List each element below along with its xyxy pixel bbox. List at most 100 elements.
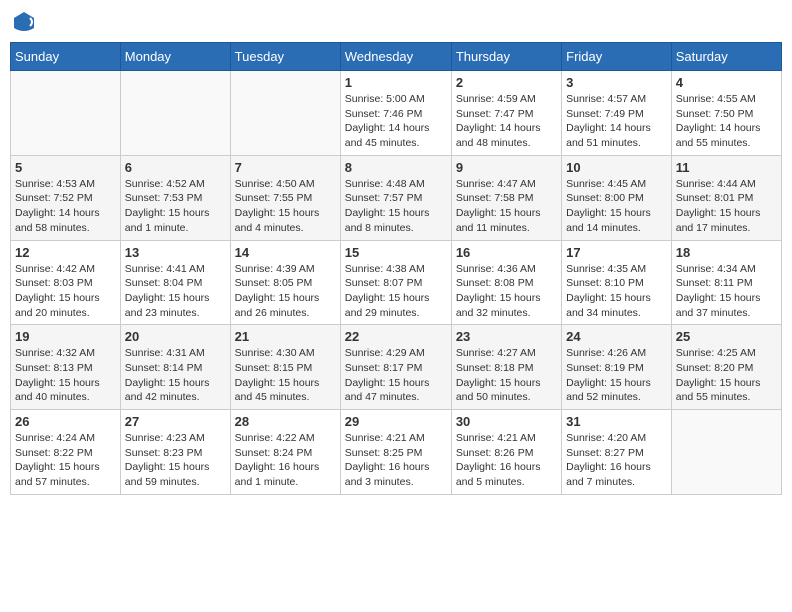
calendar-cell: 15 Sunrise: 4:38 AM Sunset: 8:07 PM Dayli…	[340, 240, 451, 325]
calendar-cell: 17 Sunrise: 4:35 AM Sunset: 8:10 PM Dayli…	[562, 240, 672, 325]
day-number: 12	[15, 245, 116, 260]
header-friday: Friday	[562, 43, 672, 71]
day-info: Sunrise: 4:53 AM Sunset: 7:52 PM Dayligh…	[15, 177, 116, 236]
day-info: Sunrise: 4:21 AM Sunset: 8:26 PM Dayligh…	[456, 431, 557, 490]
day-info: Sunrise: 4:34 AM Sunset: 8:11 PM Dayligh…	[676, 262, 777, 321]
day-number: 9	[456, 160, 557, 175]
day-number: 10	[566, 160, 667, 175]
calendar-cell: 16 Sunrise: 4:36 AM Sunset: 8:08 PM Dayli…	[451, 240, 561, 325]
calendar-cell: 21 Sunrise: 4:30 AM Sunset: 8:15 PM Dayli…	[230, 325, 340, 410]
calendar-cell: 25 Sunrise: 4:25 AM Sunset: 8:20 PM Dayli…	[671, 325, 781, 410]
day-info: Sunrise: 4:57 AM Sunset: 7:49 PM Dayligh…	[566, 92, 667, 151]
calendar-cell: 28 Sunrise: 4:22 AM Sunset: 8:24 PM Dayli…	[230, 410, 340, 495]
day-info: Sunrise: 4:21 AM Sunset: 8:25 PM Dayligh…	[345, 431, 447, 490]
calendar-cell	[671, 410, 781, 495]
day-info: Sunrise: 4:29 AM Sunset: 8:17 PM Dayligh…	[345, 346, 447, 405]
calendar-week-row: 5 Sunrise: 4:53 AM Sunset: 7:52 PM Daylig…	[11, 155, 782, 240]
calendar-cell: 12 Sunrise: 4:42 AM Sunset: 8:03 PM Dayli…	[11, 240, 121, 325]
day-number: 29	[345, 414, 447, 429]
day-info: Sunrise: 4:30 AM Sunset: 8:15 PM Dayligh…	[235, 346, 336, 405]
calendar-cell: 8 Sunrise: 4:48 AM Sunset: 7:57 PM Daylig…	[340, 155, 451, 240]
day-info: Sunrise: 4:42 AM Sunset: 8:03 PM Dayligh…	[15, 262, 116, 321]
day-number: 26	[15, 414, 116, 429]
day-info: Sunrise: 4:20 AM Sunset: 8:27 PM Dayligh…	[566, 431, 667, 490]
calendar-cell: 5 Sunrise: 4:53 AM Sunset: 7:52 PM Daylig…	[11, 155, 121, 240]
day-info: Sunrise: 4:44 AM Sunset: 8:01 PM Dayligh…	[676, 177, 777, 236]
calendar-cell: 7 Sunrise: 4:50 AM Sunset: 7:55 PM Daylig…	[230, 155, 340, 240]
calendar-cell: 6 Sunrise: 4:52 AM Sunset: 7:53 PM Daylig…	[120, 155, 230, 240]
header-tuesday: Tuesday	[230, 43, 340, 71]
day-info: Sunrise: 4:38 AM Sunset: 8:07 PM Dayligh…	[345, 262, 447, 321]
day-number: 6	[125, 160, 226, 175]
header-wednesday: Wednesday	[340, 43, 451, 71]
day-info: Sunrise: 4:52 AM Sunset: 7:53 PM Dayligh…	[125, 177, 226, 236]
day-info: Sunrise: 4:50 AM Sunset: 7:55 PM Dayligh…	[235, 177, 336, 236]
day-info: Sunrise: 4:26 AM Sunset: 8:19 PM Dayligh…	[566, 346, 667, 405]
calendar-cell: 27Sunrise: 4:23 AM Sunset: 8:23 PM Dayli…	[120, 410, 230, 495]
header-monday: Monday	[120, 43, 230, 71]
day-number: 27	[125, 414, 226, 429]
day-info: Sunrise: 4:35 AM Sunset: 8:10 PM Dayligh…	[566, 262, 667, 321]
day-info: Sunrise: 4:25 AM Sunset: 8:20 PM Dayligh…	[676, 346, 777, 405]
logo-icon	[12, 10, 36, 34]
day-number: 2	[456, 75, 557, 90]
day-info: Sunrise: 4:27 AM Sunset: 8:18 PM Dayligh…	[456, 346, 557, 405]
calendar-cell: 14 Sunrise: 4:39 AM Sunset: 8:05 PM Dayli…	[230, 240, 340, 325]
day-number: 24	[566, 329, 667, 344]
calendar-cell	[11, 71, 121, 156]
day-info: Sunrise: 4:47 AM Sunset: 7:58 PM Dayligh…	[456, 177, 557, 236]
day-info: Sunrise: 4:22 AM Sunset: 8:24 PM Dayligh…	[235, 431, 336, 490]
day-number: 30	[456, 414, 557, 429]
day-number: 7	[235, 160, 336, 175]
day-number: 25	[676, 329, 777, 344]
calendar-cell: 11 Sunrise: 4:44 AM Sunset: 8:01 PM Dayli…	[671, 155, 781, 240]
day-number: 31	[566, 414, 667, 429]
day-info: Sunrise: 4:39 AM Sunset: 8:05 PM Dayligh…	[235, 262, 336, 321]
calendar-cell: 31 Sunrise: 4:20 AM Sunset: 8:27 PM Dayli…	[562, 410, 672, 495]
day-number: 20	[125, 329, 226, 344]
day-number: 22	[345, 329, 447, 344]
calendar-header-row: SundayMondayTuesdayWednesdayThursdayFrid…	[11, 43, 782, 71]
calendar-cell: 9 Sunrise: 4:47 AM Sunset: 7:58 PM Daylig…	[451, 155, 561, 240]
day-number: 16	[456, 245, 557, 260]
logo	[10, 10, 36, 34]
calendar-cell: 24 Sunrise: 4:26 AM Sunset: 8:19 PM Dayli…	[562, 325, 672, 410]
calendar-cell: 3 Sunrise: 4:57 AM Sunset: 7:49 PM Daylig…	[562, 71, 672, 156]
day-number: 11	[676, 160, 777, 175]
day-number: 15	[345, 245, 447, 260]
day-number: 5	[15, 160, 116, 175]
day-number: 23	[456, 329, 557, 344]
calendar-cell: 10Sunrise: 4:45 AM Sunset: 8:00 PM Dayli…	[562, 155, 672, 240]
calendar-cell: 26 Sunrise: 4:24 AM Sunset: 8:22 PM Dayli…	[11, 410, 121, 495]
day-number: 4	[676, 75, 777, 90]
header-saturday: Saturday	[671, 43, 781, 71]
calendar-cell: 19 Sunrise: 4:32 AM Sunset: 8:13 PM Dayli…	[11, 325, 121, 410]
day-info: Sunrise: 5:00 AM Sunset: 7:46 PM Dayligh…	[345, 92, 447, 151]
calendar-week-row: 19 Sunrise: 4:32 AM Sunset: 8:13 PM Dayli…	[11, 325, 782, 410]
day-info: Sunrise: 4:24 AM Sunset: 8:22 PM Dayligh…	[15, 431, 116, 490]
day-info: Sunrise: 4:32 AM Sunset: 8:13 PM Dayligh…	[15, 346, 116, 405]
calendar-cell: 30 Sunrise: 4:21 AM Sunset: 8:26 PM Dayli…	[451, 410, 561, 495]
calendar-cell: 4 Sunrise: 4:55 AM Sunset: 7:50 PM Daylig…	[671, 71, 781, 156]
calendar-cell: 29 Sunrise: 4:21 AM Sunset: 8:25 PM Dayli…	[340, 410, 451, 495]
calendar-cell: 20Sunrise: 4:31 AM Sunset: 8:14 PM Dayli…	[120, 325, 230, 410]
day-number: 19	[15, 329, 116, 344]
day-number: 8	[345, 160, 447, 175]
day-info: Sunrise: 4:36 AM Sunset: 8:08 PM Dayligh…	[456, 262, 557, 321]
day-info: Sunrise: 4:41 AM Sunset: 8:04 PM Dayligh…	[125, 262, 226, 321]
day-number: 28	[235, 414, 336, 429]
day-number: 17	[566, 245, 667, 260]
calendar-cell	[120, 71, 230, 156]
day-number: 18	[676, 245, 777, 260]
day-number: 14	[235, 245, 336, 260]
day-number: 21	[235, 329, 336, 344]
day-info: Sunrise: 4:59 AM Sunset: 7:47 PM Dayligh…	[456, 92, 557, 151]
calendar-cell	[230, 71, 340, 156]
header-thursday: Thursday	[451, 43, 561, 71]
day-number: 1	[345, 75, 447, 90]
calendar-cell: 13Sunrise: 4:41 AM Sunset: 8:04 PM Dayli…	[120, 240, 230, 325]
day-number: 3	[566, 75, 667, 90]
day-info: Sunrise: 4:48 AM Sunset: 7:57 PM Dayligh…	[345, 177, 447, 236]
calendar-table: SundayMondayTuesdayWednesdayThursdayFrid…	[10, 42, 782, 495]
day-info: Sunrise: 4:55 AM Sunset: 7:50 PM Dayligh…	[676, 92, 777, 151]
